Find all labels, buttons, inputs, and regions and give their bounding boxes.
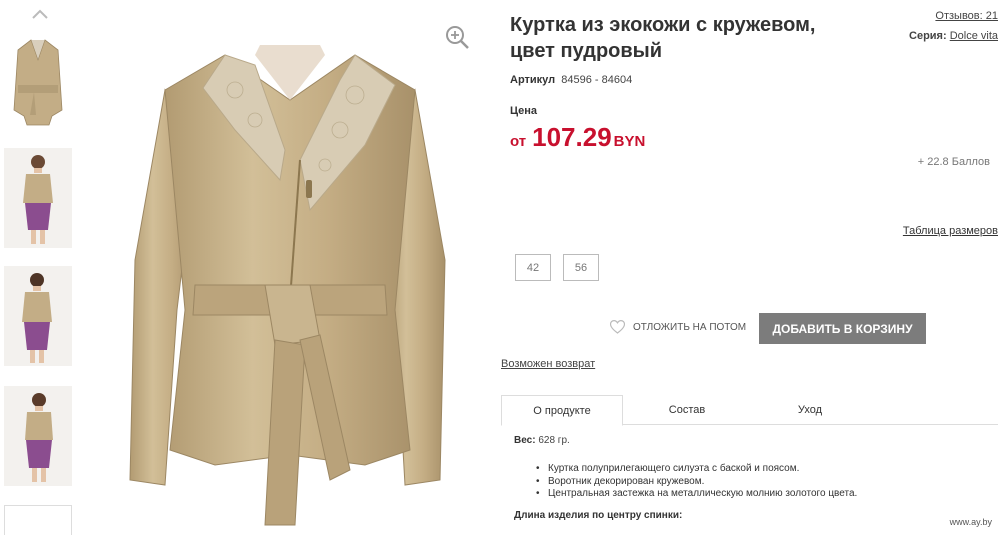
thumbnail-strip — [0, 0, 80, 535]
price: от 107.29 BYN — [510, 122, 645, 153]
list-item: Воротник декорирован кружевом. — [536, 476, 857, 489]
chevron-up-icon[interactable] — [30, 6, 50, 22]
zoom-in-icon[interactable] — [444, 24, 470, 50]
tab-care[interactable]: Уход — [751, 395, 869, 425]
add-to-cart-button[interactable]: ДОБАВИТЬ В КОРЗИНУ — [759, 313, 926, 344]
article-info: Артикул 84596 - 84604 — [510, 74, 632, 86]
price-label: Цена — [510, 105, 538, 117]
list-item: Центральная застежка на металлическую мо… — [536, 488, 857, 501]
series-label: Серия: — [909, 30, 947, 42]
product-main-image[interactable] — [95, 10, 485, 535]
tab-composition[interactable]: Состав — [623, 395, 751, 425]
bonus-points: + 22.8 Баллов — [917, 156, 990, 168]
save-for-later-button[interactable]: ОТЛОЖИТЬ НА ПОТОМ — [610, 320, 746, 334]
series-link[interactable]: Dolce vita — [950, 30, 998, 42]
product-page: Куртка из экокожи с кружевом, цвет пудро… — [0, 0, 1000, 535]
save-for-later-label: ОТЛОЖИТЬ НА ПОТОМ — [633, 321, 747, 333]
product-tabs: О продукте Состав Уход — [501, 395, 998, 426]
article-label: Артикул — [510, 74, 556, 86]
size-table-link[interactable]: Таблица размеров — [903, 225, 998, 237]
weight-label: Вес: — [514, 435, 536, 446]
series-info: Серия: Dolce vita — [909, 30, 998, 42]
price-value: 107.29 — [532, 122, 612, 152]
feature-list: Куртка полуприлегающего силуэта с баской… — [536, 463, 857, 501]
reviews-link[interactable]: Отзывов: 21 — [935, 10, 998, 22]
thumbnail-model-back[interactable] — [4, 386, 72, 486]
thumbnail-extra[interactable] — [4, 505, 72, 535]
thumbnail-jacket[interactable] — [4, 30, 72, 128]
thumbnail-model-side[interactable] — [4, 266, 72, 366]
weight-value: 628 гр. — [538, 435, 570, 446]
size-option-56[interactable]: 56 — [563, 254, 599, 281]
list-item: Куртка полуприлегающего силуэта с баской… — [536, 463, 857, 476]
return-policy-link[interactable]: Возможен возврат — [501, 358, 595, 370]
heart-icon — [610, 320, 625, 334]
watermark: www.ay.by — [949, 517, 992, 527]
tab-about[interactable]: О продукте — [501, 395, 623, 426]
size-option-42[interactable]: 42 — [515, 254, 551, 281]
price-prefix: от — [510, 133, 527, 150]
article-value: 84596 - 84604 — [561, 74, 633, 86]
length-label: Длина изделия по центру спинки: — [514, 510, 683, 521]
weight-info: Вес: 628 гр. — [514, 435, 570, 446]
thumbnail-model-front[interactable] — [4, 148, 72, 248]
product-info: Куртка из экокожи с кружевом, цвет пудро… — [501, 0, 1000, 535]
product-title: Куртка из экокожи с кружевом, цвет пудро… — [510, 14, 816, 62]
price-currency: BYN — [613, 133, 646, 150]
